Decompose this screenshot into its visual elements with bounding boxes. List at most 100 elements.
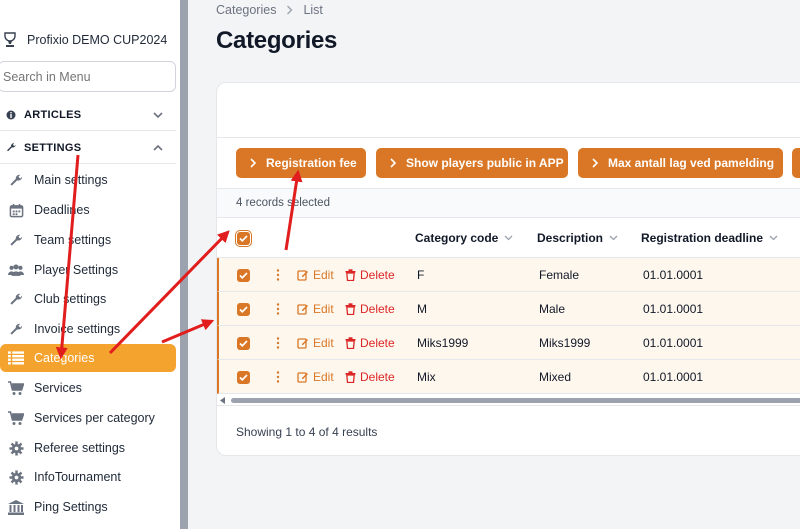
sidebar-item-ping-settings[interactable]: Ping Settings	[0, 493, 176, 521]
row-menu-icon[interactable]	[276, 258, 280, 292]
table-row[interactable]: Edit Delete Mix Mixed 01.01.0001	[217, 360, 800, 394]
column-registration-deadline[interactable]: Registration deadline	[641, 218, 778, 258]
cell-category-code: F	[417, 268, 425, 282]
delete-label: Delete	[360, 268, 395, 282]
column-category-code[interactable]: Category code	[415, 218, 513, 258]
sidebar-item-infotournament[interactable]: InfoTournament	[0, 463, 176, 491]
tournament-brand[interactable]: Profixio DEMO CUP2024	[0, 26, 180, 54]
wrench-icon	[8, 291, 24, 307]
chevron-right-icon	[592, 158, 599, 168]
row-menu-icon[interactable]	[276, 292, 280, 326]
sidebar-item-label: Categories	[34, 351, 95, 365]
max-teams-button[interactable]: Max antall lag ved pamelding	[578, 148, 783, 178]
horizontal-scrollbar[interactable]	[217, 394, 800, 406]
show-players-public-button[interactable]: Show players public in APP	[376, 148, 568, 178]
menu-group-settings[interactable]: SETTINGS	[0, 132, 176, 164]
sidebar-item-invoice-settings[interactable]: Invoice settings	[0, 315, 176, 343]
cell-registration-deadline: 01.01.0001	[643, 336, 704, 350]
delete-button[interactable]: Delete	[345, 360, 395, 394]
show-players-public-label: Show players public in APP	[406, 156, 564, 170]
sidebar-item-team-settings[interactable]: Team settings	[0, 226, 176, 254]
delete-button[interactable]: Delete	[345, 326, 395, 360]
edit-label: Edit	[313, 268, 334, 282]
wrench-icon	[8, 172, 24, 188]
sidebar-item-label: Player Settings	[34, 263, 119, 277]
wrench-icon	[5, 142, 17, 154]
column-description-label: Description	[537, 231, 604, 245]
cell-description: Miks1999	[539, 336, 591, 350]
menu-search-input[interactable]	[0, 61, 176, 92]
cell-description: Mixed	[539, 370, 572, 384]
cell-category-code: Mix	[417, 370, 436, 384]
sidebar-item-label: Main settings	[34, 173, 108, 187]
list-icon	[8, 350, 24, 366]
column-registration-deadline-label: Registration deadline	[641, 231, 764, 245]
sidebar-item-label: Ping Settings	[34, 500, 108, 514]
cell-registration-deadline: 01.01.0001	[643, 302, 704, 316]
cart-icon	[8, 380, 24, 396]
menu-group-settings-label: SETTINGS	[24, 141, 82, 154]
chevron-down-icon	[609, 235, 618, 241]
cell-category-code: Miks1999	[417, 336, 469, 350]
row-checkbox[interactable]	[237, 303, 250, 316]
edit-button[interactable]: Edit	[297, 326, 334, 360]
table-row[interactable]: Edit Delete F Female 01.01.0001	[217, 258, 800, 292]
sidebar-item-label: Invoice settings	[34, 322, 121, 336]
edit-label: Edit	[313, 370, 334, 384]
chevron-down-icon	[153, 111, 163, 118]
breadcrumb-categories-link[interactable]: Categories	[216, 3, 276, 17]
edit-button[interactable]: Edit	[297, 292, 334, 326]
delete-label: Delete	[360, 370, 395, 384]
edit-icon	[297, 304, 308, 315]
menu-group-articles[interactable]: ARTICLES	[0, 99, 176, 131]
sidebar-item-deadlines[interactable]: Deadlines	[0, 196, 176, 224]
sidebar-divider	[180, 0, 188, 529]
registration-fee-button[interactable]: Registration fee	[236, 148, 366, 178]
edit-icon	[297, 270, 308, 281]
sidebar-item-main-settings[interactable]: Main settings	[0, 166, 176, 194]
row-checkbox[interactable]	[237, 337, 250, 350]
chevron-down-icon	[769, 235, 778, 241]
delete-button[interactable]: Delete	[345, 258, 395, 292]
sidebar-item-player-settings[interactable]: Player Settings	[0, 256, 176, 284]
gear-icon	[8, 440, 24, 456]
column-category-code-label: Category code	[415, 231, 499, 245]
registration-fee-label: Registration fee	[266, 156, 357, 170]
row-checkbox[interactable]	[237, 269, 250, 282]
table-toolbar	[217, 83, 800, 138]
edit-button[interactable]: Edit	[297, 258, 334, 292]
check-icon	[239, 306, 248, 313]
edit-label: Edit	[313, 336, 334, 350]
scroll-left-icon[interactable]	[220, 397, 226, 404]
sidebar-item-services[interactable]: Services	[0, 374, 176, 402]
sidebar-item-categories[interactable]: Categories	[0, 344, 176, 372]
selection-summary: 4 records selected	[217, 188, 800, 218]
select-all-checkbox[interactable]	[235, 230, 252, 247]
cell-registration-deadline: 01.01.0001	[643, 268, 704, 282]
column-description[interactable]: Description	[537, 218, 618, 258]
sidebar-item-club-settings[interactable]: Club settings	[0, 285, 176, 313]
edit-icon	[297, 372, 308, 383]
table-row[interactable]: Edit Delete Miks1999 Miks1999 01.01.0001	[217, 326, 800, 360]
sidebar-item-label: Services	[34, 381, 82, 395]
check-icon	[239, 340, 248, 347]
row-menu-icon[interactable]	[276, 326, 280, 360]
sidebar-item-referee-settings[interactable]: Referee settings	[0, 434, 176, 462]
trash-icon	[345, 303, 356, 315]
wrench-icon	[8, 232, 24, 248]
trash-icon	[345, 371, 356, 383]
more-actions-button[interactable]	[792, 148, 800, 178]
table-header: Category code Description Registration d…	[217, 218, 800, 258]
check-icon	[239, 235, 248, 242]
delete-label: Delete	[360, 302, 395, 316]
row-menu-icon[interactable]	[276, 360, 280, 394]
sidebar-item-services-per-category[interactable]: Services per category	[0, 404, 176, 432]
edit-button[interactable]: Edit	[297, 360, 334, 394]
table-row[interactable]: Edit Delete M Male 01.01.0001	[217, 292, 800, 326]
tournament-name: Profixio DEMO CUP2024	[27, 33, 168, 47]
scrollbar-thumb[interactable]	[231, 398, 800, 403]
delete-button[interactable]: Delete	[345, 292, 395, 326]
chevron-right-icon	[287, 5, 293, 15]
cell-description: Male	[539, 302, 566, 316]
row-checkbox[interactable]	[237, 371, 250, 384]
